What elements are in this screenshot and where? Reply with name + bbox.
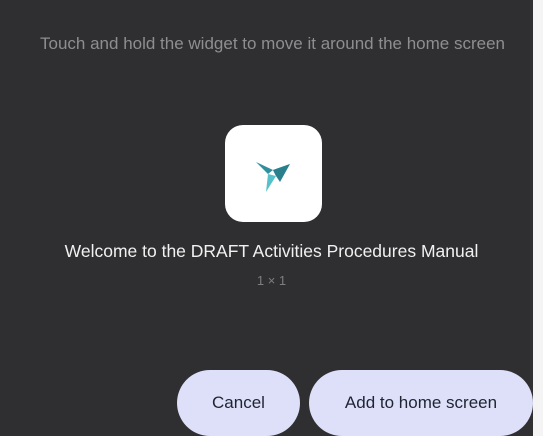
cancel-button[interactable]: Cancel: [177, 370, 300, 436]
widget-title: Welcome to the DRAFT Activities Procedur…: [64, 241, 479, 261]
background-edge: [533, 0, 543, 436]
widget-preview[interactable]: [225, 125, 322, 222]
add-widget-dialog: Touch and hold the widget to move it aro…: [0, 0, 543, 436]
widget-size: 1 × 1: [256, 273, 287, 288]
add-to-home-screen-button[interactable]: Add to home screen: [309, 370, 533, 436]
widget-hint-text: Touch and hold the widget to move it aro…: [40, 34, 505, 53]
app-logo-icon: [255, 161, 290, 192]
